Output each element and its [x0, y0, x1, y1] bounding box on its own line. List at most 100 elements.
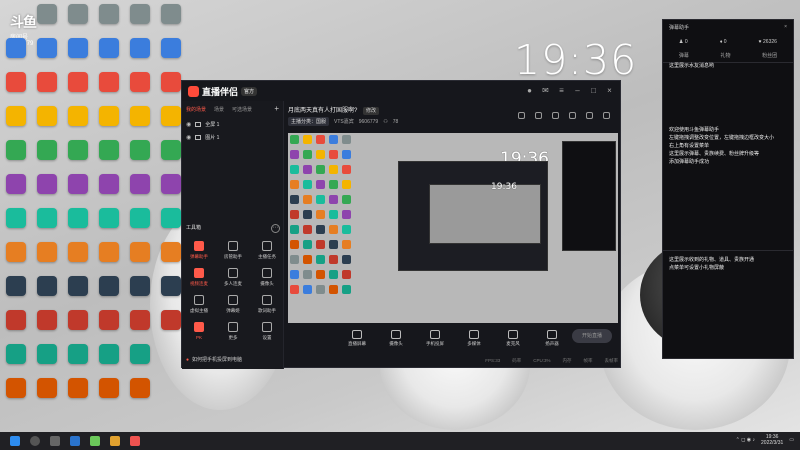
task-view-icon[interactable]	[50, 436, 60, 446]
desktop-app-icon[interactable]	[33, 344, 61, 378]
desktop-app-icon[interactable]	[64, 140, 92, 174]
eye-icon[interactable]: ◉	[186, 121, 191, 128]
tool-room-admin[interactable]: 房管助手	[216, 241, 250, 260]
more-icon[interactable]: ⋯	[271, 224, 280, 233]
tab-optional-scene[interactable]: 可选场景	[232, 106, 252, 113]
screen-capture-button[interactable]: 直播屏幕	[344, 329, 370, 347]
tool-pk[interactable]: PK	[182, 322, 216, 340]
clipboard-icon[interactable]	[569, 112, 576, 119]
desktop-app-icon[interactable]	[95, 72, 123, 106]
desktop-app-icon[interactable]	[2, 140, 30, 174]
desktop-app-icon[interactable]	[95, 38, 123, 72]
desktop-app-icon[interactable]	[95, 140, 123, 174]
search-icon[interactable]	[30, 436, 40, 446]
desktop-app-icon[interactable]	[126, 276, 154, 310]
desktop-app-icon[interactable]	[2, 106, 30, 140]
desktop-app-icon[interactable]	[64, 276, 92, 310]
edit-title-button[interactable]: 修改	[363, 107, 380, 115]
desktop-app-icon[interactable]	[64, 38, 92, 72]
desktop-app-icon[interactable]	[64, 310, 92, 344]
desktop-app-icon[interactable]	[33, 242, 61, 276]
tool-virtual-anchor[interactable]: 虚拟主播	[182, 295, 216, 314]
source-item[interactable]: ◉ 全屏 1	[182, 118, 283, 131]
desktop-app-icon[interactable]	[64, 378, 92, 412]
avatar-icon[interactable]: ●	[525, 86, 534, 95]
desktop-app-icon[interactable]	[2, 344, 30, 378]
mail-icon[interactable]: ✉	[541, 86, 550, 95]
lock-icon[interactable]	[535, 112, 542, 119]
tool-danmaku-helper[interactable]: 弹幕助手	[182, 241, 216, 260]
add-scene-icon[interactable]: +	[274, 105, 279, 113]
edge-icon[interactable]	[70, 436, 80, 446]
stream-preview[interactable]: 19:36 19:36	[288, 133, 618, 323]
desktop-app-icon[interactable]	[157, 38, 185, 72]
desktop-app-icon[interactable]	[126, 378, 154, 412]
tip-notice[interactable]: ● 如何把手机投屏到电脑	[186, 356, 242, 364]
minimize-icon[interactable]: –	[573, 86, 582, 95]
eye-icon[interactable]: ◉	[186, 134, 191, 141]
tool-lyrics[interactable]: 歌词助手	[250, 295, 284, 314]
desktop-app-icon[interactable]	[126, 242, 154, 276]
speaker-button[interactable]: 扬声器	[539, 329, 565, 347]
share-icon[interactable]	[603, 112, 610, 119]
desktop-app-icon[interactable]	[95, 276, 123, 310]
desktop-app-icon[interactable]	[95, 310, 123, 344]
desktop-app-icon[interactable]	[95, 4, 123, 38]
shop-icon[interactable]	[518, 112, 525, 119]
desktop-app-icon[interactable]	[33, 4, 61, 38]
tool-more[interactable]: 更多	[216, 322, 250, 341]
tool-danmaku-girl[interactable]: 弹幕姬	[216, 295, 250, 314]
tab-danmaku[interactable]: 弹幕	[679, 52, 689, 59]
desktop-app-icon[interactable]	[33, 208, 61, 242]
close-icon[interactable]: ×	[784, 24, 787, 31]
desktop-app-icon[interactable]	[157, 4, 185, 38]
start-icon[interactable]	[10, 436, 20, 446]
desktop-app-icon[interactable]	[2, 310, 30, 344]
desktop-app-icon[interactable]	[126, 106, 154, 140]
maximize-icon[interactable]: □	[589, 86, 598, 95]
tray-icons[interactable]: ⌃ ◻ ◉ ♪	[736, 437, 755, 443]
desktop-app-icon[interactable]	[126, 310, 154, 344]
desktop-app-icon[interactable]	[33, 72, 61, 106]
desktop-app-icon[interactable]	[126, 344, 154, 378]
desktop-app-icon[interactable]	[126, 72, 154, 106]
desktop-app-icon[interactable]	[2, 174, 30, 208]
desktop-app-icon[interactable]	[64, 344, 92, 378]
menu-icon[interactable]: ≡	[557, 86, 566, 95]
desktop-app-icon[interactable]	[33, 38, 61, 72]
desktop-app-icon[interactable]	[95, 208, 123, 242]
desktop-app-icon[interactable]	[126, 174, 154, 208]
desktop-app-icon[interactable]	[2, 276, 30, 310]
media-button[interactable]: 多媒体	[461, 329, 487, 347]
desktop-app-icon[interactable]	[33, 140, 61, 174]
desktop-app-icon[interactable]	[95, 242, 123, 276]
desktop-app-icon[interactable]	[33, 276, 61, 310]
phone-cast-button[interactable]: 手机投屏	[422, 329, 448, 347]
close-icon[interactable]: ×	[605, 86, 614, 95]
danmaku-helper-window[interactable]: 弹幕助手 × ♟ 0 ♦ 0 ♥ 26326 弹幕 礼物 粉丝团 这里展示水友消…	[662, 19, 794, 359]
desktop-app-icon[interactable]	[126, 38, 154, 72]
desktop-app-icon[interactable]	[95, 174, 123, 208]
desktop-app-icon[interactable]	[126, 208, 154, 242]
tool-multi-link[interactable]: 多人连麦	[216, 268, 250, 287]
desktop-app-icon[interactable]	[64, 72, 92, 106]
desktop-app-icon[interactable]	[2, 38, 30, 72]
tool-video-link[interactable]: 视频连麦	[182, 268, 216, 287]
tool-camera[interactable]: 摄像头	[250, 268, 284, 287]
tab-fanclub[interactable]: 粉丝团	[762, 52, 777, 59]
notification-icon[interactable]: ▭	[789, 437, 794, 443]
microphone-button[interactable]: 麦克风	[500, 329, 526, 347]
camera-button[interactable]: 摄像头	[383, 329, 409, 347]
desktop-app-icon[interactable]	[2, 378, 30, 412]
start-live-button[interactable]: 开始直播	[572, 329, 612, 343]
app-icon[interactable]	[90, 436, 100, 446]
source-item[interactable]: ◉ 图片 1	[182, 131, 283, 144]
tab-gifts[interactable]: 礼物	[720, 52, 730, 59]
tool-anchor-task[interactable]: 主播任务	[250, 241, 284, 260]
desktop-app-icon[interactable]	[33, 174, 61, 208]
gift-icon[interactable]	[552, 112, 559, 119]
category-badge[interactable]: 主播分类：国服	[288, 117, 330, 126]
chart-icon[interactable]	[586, 112, 593, 119]
desktop-app-icon[interactable]	[64, 106, 92, 140]
desktop-app-icon[interactable]	[126, 4, 154, 38]
